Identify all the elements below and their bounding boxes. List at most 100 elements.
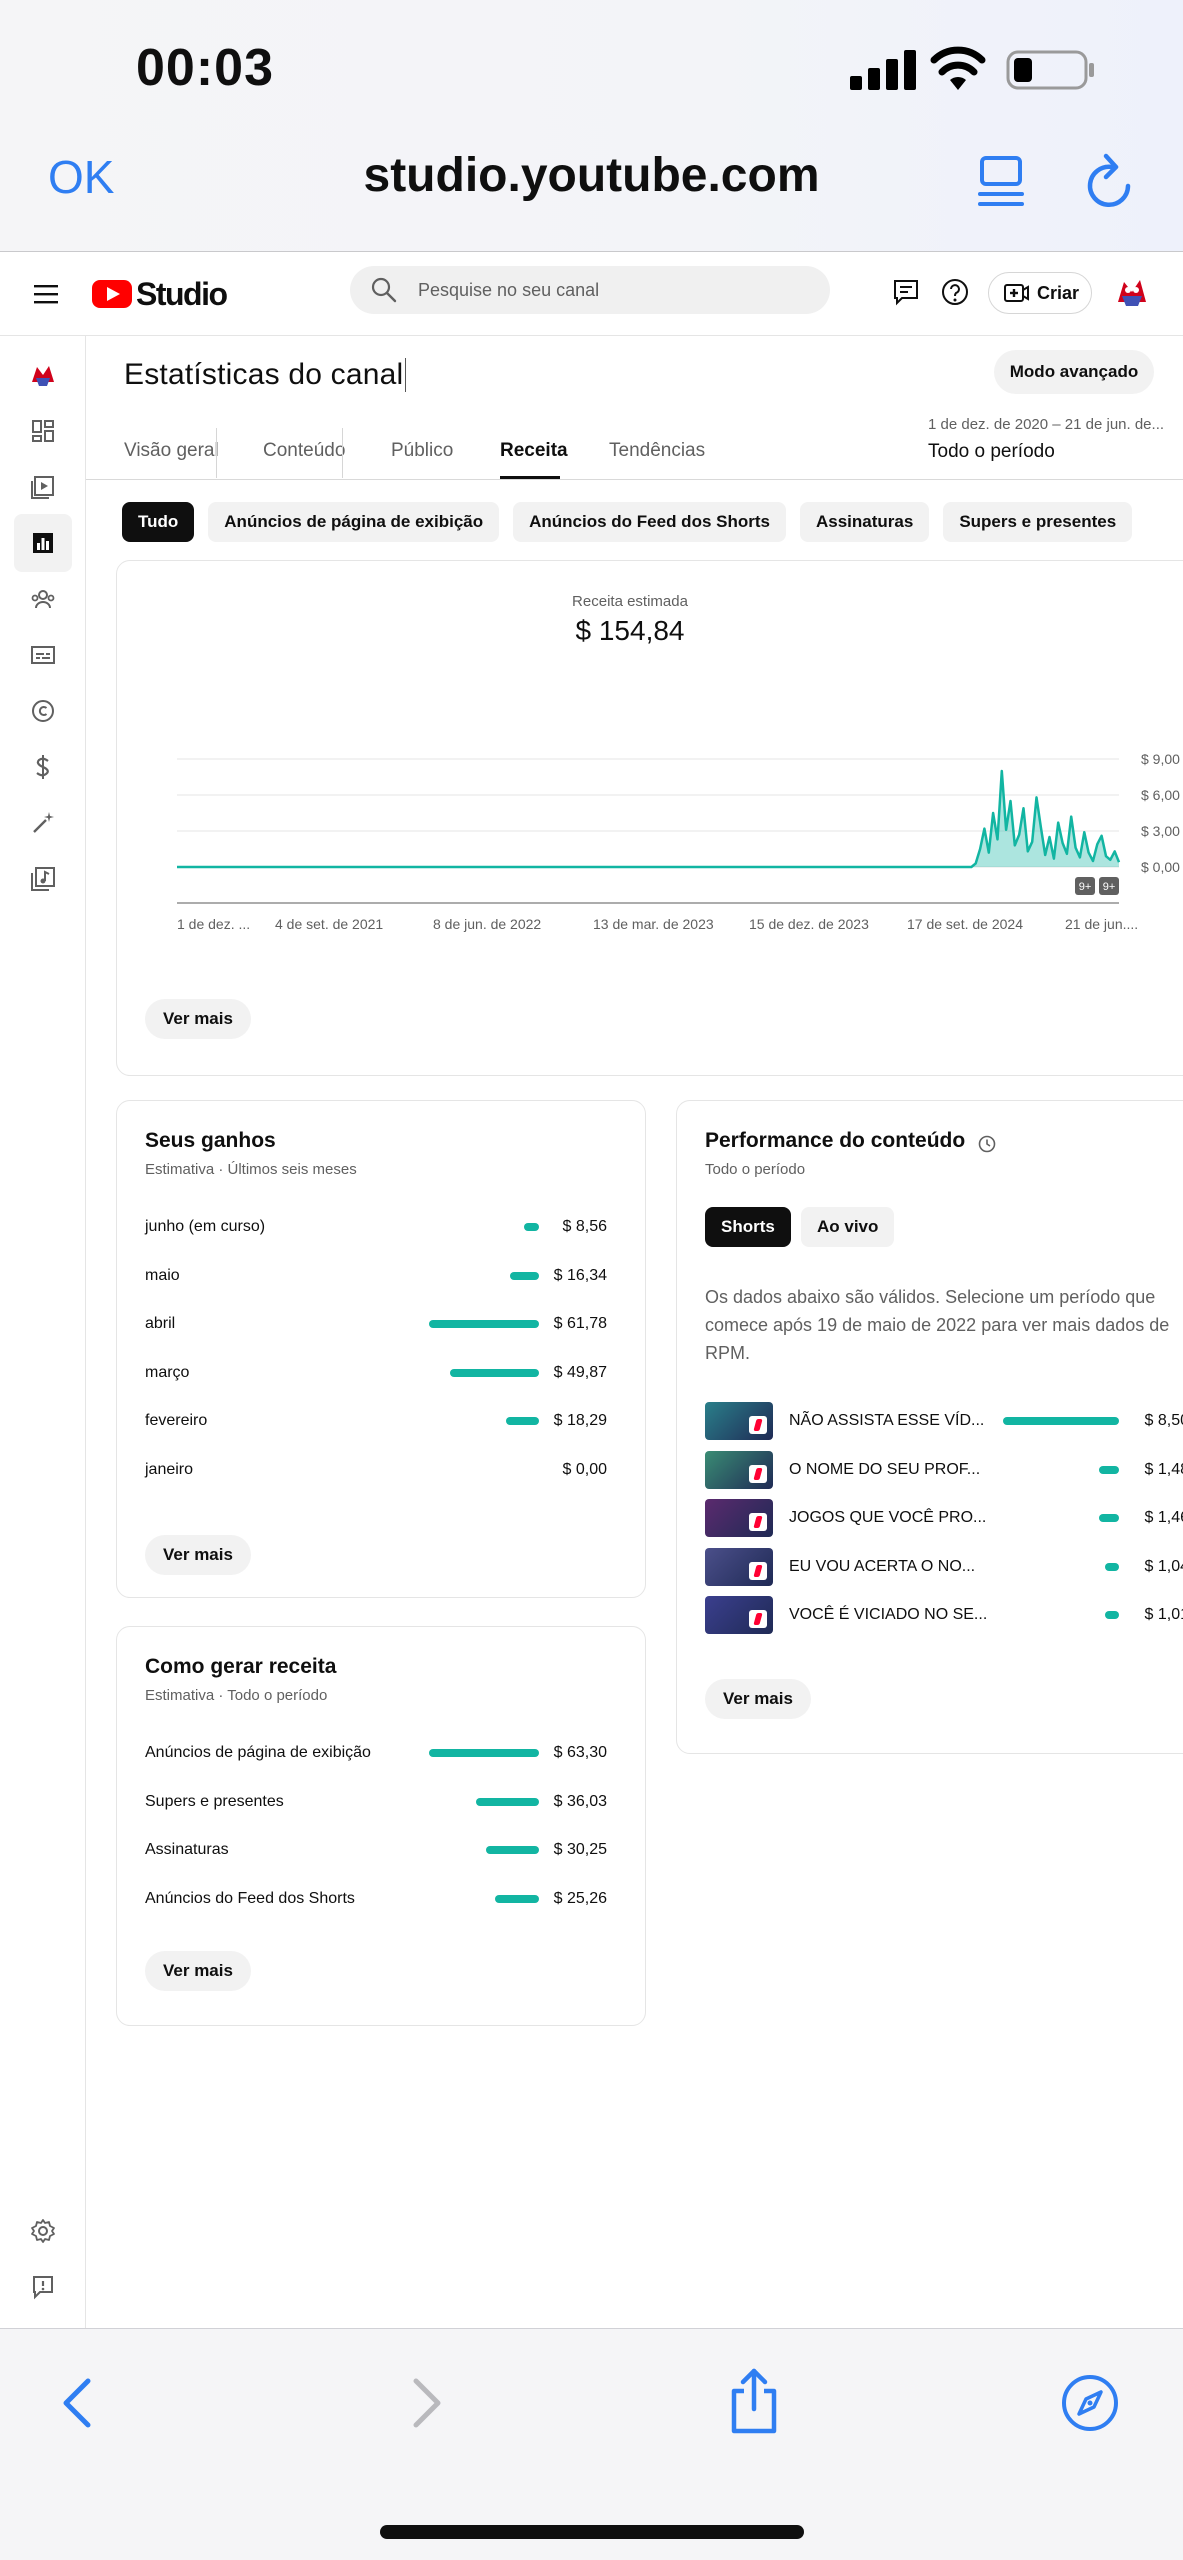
- shorts-icon: [749, 1561, 767, 1580]
- rail-settings[interactable]: [14, 2202, 72, 2260]
- revenue-sources-subtitle: Estimativa · Todo o período: [145, 1687, 328, 1704]
- date-range-picker[interactable]: 1 de dez. de 2020 – 21 de jun. de... Tod…: [928, 416, 1164, 463]
- tab-revenue[interactable]: Receita: [500, 440, 568, 462]
- revenue-source-row-value: $ 36,03: [553, 1792, 607, 1810]
- back-icon[interactable]: [50, 2373, 110, 2433]
- chip-memberships[interactable]: Assinaturas: [799, 502, 930, 542]
- revenue-source-row-bar: [429, 1749, 539, 1757]
- channel-avatar[interactable]: [1112, 272, 1152, 312]
- video-thumbnail[interactable]: [705, 1450, 773, 1489]
- video-revenue-bar: [1099, 1514, 1119, 1522]
- revenue-chart[interactable]: $ 9,00 $ 6,00 $ 3,00 $ 0,00 1 de dez. ... 4 d…: [117, 561, 1183, 1077]
- tab-audience[interactable]: Público: [391, 440, 453, 462]
- rail-send-feedback[interactable]: [14, 2258, 72, 2316]
- gear-icon: [31, 2219, 55, 2243]
- video-title[interactable]: VOCÊ É VICIADO NO SE...: [789, 1606, 987, 1624]
- performance-title: Performance do conteúdo: [705, 1129, 966, 1152]
- rail-dashboard[interactable]: [14, 402, 72, 460]
- feedback-icon[interactable]: [890, 276, 922, 308]
- rail-earn[interactable]: [14, 738, 72, 796]
- active-tab-indicator: [500, 476, 560, 479]
- revenue-source-row-label: Supers e presentes: [145, 1792, 284, 1810]
- toggle-shorts[interactable]: Shorts: [705, 1207, 791, 1247]
- status-time: 00:03: [136, 39, 274, 97]
- revenue-source-row-label: Anúncios de página de exibição: [145, 1744, 371, 1761]
- forward-icon[interactable]: [394, 2373, 454, 2433]
- chip-shorts-feed-ads[interactable]: Anúncios do Feed dos Shorts: [513, 502, 786, 542]
- earnings-row-bar: [450, 1368, 539, 1377]
- tab-overview[interactable]: Visão geral: [124, 440, 219, 462]
- earnings-row-label: abril: [145, 1315, 176, 1332]
- earnings-card: Seus ganhos Estimativa · Últimos seis me…: [116, 1100, 646, 1598]
- y-tick-label: $ 3,00: [1141, 823, 1180, 839]
- rail-copyright[interactable]: [14, 682, 72, 740]
- revenue-source-row-value: $ 25,26: [553, 1889, 607, 1907]
- copyright-icon: [32, 700, 54, 722]
- earnings-more-button[interactable]: Ver mais: [145, 1535, 251, 1575]
- search-input[interactable]: [418, 276, 808, 304]
- video-thumbnail[interactable]: [705, 1547, 773, 1586]
- search-bar[interactable]: [350, 266, 830, 314]
- compass-icon[interactable]: [1060, 2373, 1120, 2433]
- chip-supers[interactable]: Supers e presentes: [943, 502, 1133, 542]
- report-feedback-icon: [33, 2276, 53, 2300]
- performance-more-button[interactable]: Ver mais: [705, 1679, 811, 1719]
- advanced-mode-button[interactable]: Modo avançado: [994, 350, 1154, 394]
- shorts-icon: [749, 1513, 767, 1531]
- earnings-row-value: $ 61,78: [553, 1315, 607, 1332]
- chip-all[interactable]: Tudo: [122, 502, 195, 542]
- video-revenue-value: $ 1,48: [1144, 1460, 1183, 1478]
- create-button[interactable]: Criar: [988, 272, 1092, 314]
- rail-channel-avatar[interactable]: [14, 346, 72, 404]
- performance-subtitle: Todo o período: [705, 1161, 806, 1178]
- rail-content[interactable]: [14, 458, 72, 516]
- studio-logo[interactable]: Studio: [92, 272, 228, 316]
- tab-overview-icon[interactable]: [976, 154, 1026, 210]
- channel-avatar-icon: [32, 366, 54, 386]
- toggle-live[interactable]: Ao vivo: [801, 1207, 895, 1247]
- help-icon[interactable]: [939, 276, 971, 308]
- x-tick-label: 17 de set. de 2024: [907, 916, 1023, 932]
- shorts-icon: [749, 1610, 767, 1628]
- tab-content[interactable]: Conteúdo: [263, 440, 345, 462]
- reload-icon[interactable]: [1082, 152, 1138, 212]
- earnings-row-bar: [429, 1320, 539, 1328]
- earnings-row-label: janeiro: [145, 1460, 194, 1478]
- rail-analytics[interactable]: [14, 514, 72, 572]
- video-title[interactable]: O NOME DO SEU PROF...: [789, 1461, 980, 1479]
- menu-icon[interactable]: [30, 278, 62, 310]
- rail-audio-library[interactable]: [14, 850, 72, 908]
- earnings-row-value: $ 16,34: [553, 1266, 607, 1284]
- earnings-row-label: março: [145, 1363, 190, 1381]
- share-icon[interactable]: [724, 2367, 784, 2435]
- revenue-more-button[interactable]: Ver mais: [145, 999, 251, 1039]
- video-thumbnail[interactable]: [705, 1596, 773, 1634]
- rail-customization[interactable]: [14, 794, 72, 852]
- clock-icon: [978, 1135, 996, 1153]
- rail-community[interactable]: [14, 570, 72, 628]
- tab-trends[interactable]: Tendências: [609, 440, 705, 462]
- x-tick-label: 21 de jun....: [1065, 916, 1138, 932]
- earnings-row-label: junho (em curso): [145, 1218, 266, 1235]
- revenue-sources-more-button[interactable]: Ver mais: [145, 1951, 251, 1991]
- audio-library-icon: [31, 867, 55, 891]
- rail-subtitles[interactable]: [14, 626, 72, 684]
- annotation-marker-label: 9+: [1103, 881, 1116, 893]
- revenue-source-row-value: $ 30,25: [553, 1841, 607, 1858]
- revenue-source-row-value: $ 63,30: [553, 1744, 607, 1761]
- video-title[interactable]: JOGOS QUE VOCÊ PRO...: [789, 1509, 986, 1527]
- video-thumbnail[interactable]: [705, 1499, 773, 1537]
- chip-watch-page-ads[interactable]: Anúncios de página de exibição: [208, 502, 500, 542]
- video-title[interactable]: NÃO ASSISTA ESSE VÍD...: [789, 1412, 984, 1430]
- video-thumbnail[interactable]: [705, 1402, 773, 1440]
- revenue-source-row-bar: [486, 1846, 539, 1854]
- revenue-sources-title: Como gerar receita: [145, 1655, 337, 1678]
- studio-header: Studio Criar: [0, 252, 1183, 336]
- safari-bottom-bar: [0, 2328, 1183, 2560]
- x-tick-label: 1 de dez. ...: [177, 916, 250, 932]
- tab-divider: [216, 428, 217, 478]
- page-title: Estatísticas do canal: [124, 358, 407, 392]
- earnings-row-value: $ 49,87: [553, 1363, 607, 1381]
- video-title[interactable]: EU VOU ACERTA O NO...: [789, 1558, 975, 1576]
- subtitles-icon: [31, 646, 55, 664]
